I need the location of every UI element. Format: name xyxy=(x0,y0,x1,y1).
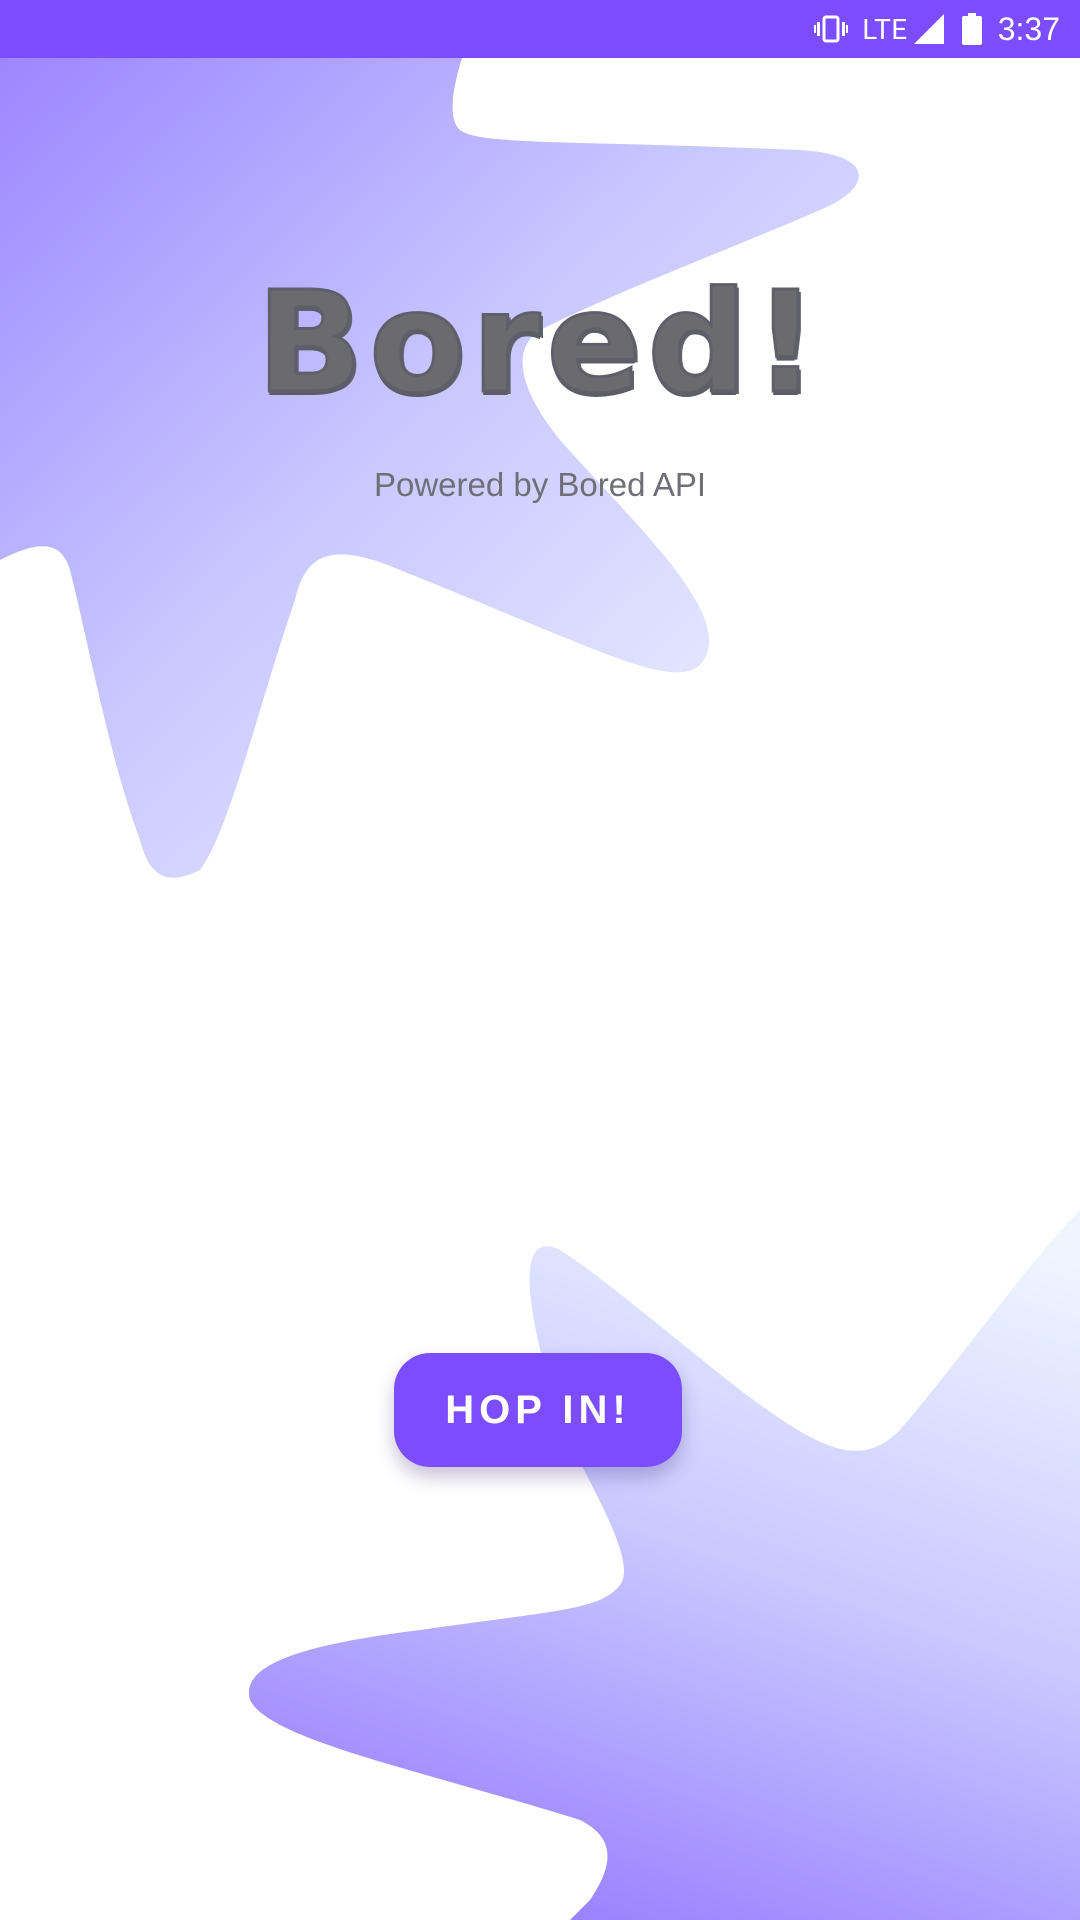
hop-in-button[interactable]: HOP IN! xyxy=(394,1353,682,1467)
app-title: Bored! xyxy=(255,261,824,427)
signal-icon xyxy=(913,14,944,44)
splash-screen: LTE 3:37 Bored! Powered by Bored API HOP… xyxy=(0,0,1080,1920)
bottom-blob xyxy=(248,1210,1080,1920)
battery-icon xyxy=(961,13,982,45)
clock: 3:37 xyxy=(997,10,1060,47)
vibrate-icon xyxy=(814,14,849,44)
network-type-label: LTE xyxy=(862,12,908,46)
status-bar: LTE 3:37 xyxy=(0,0,1080,58)
app-subtitle: Powered by Bored API xyxy=(373,466,707,503)
hop-in-button-label: HOP IN! xyxy=(445,1387,631,1432)
